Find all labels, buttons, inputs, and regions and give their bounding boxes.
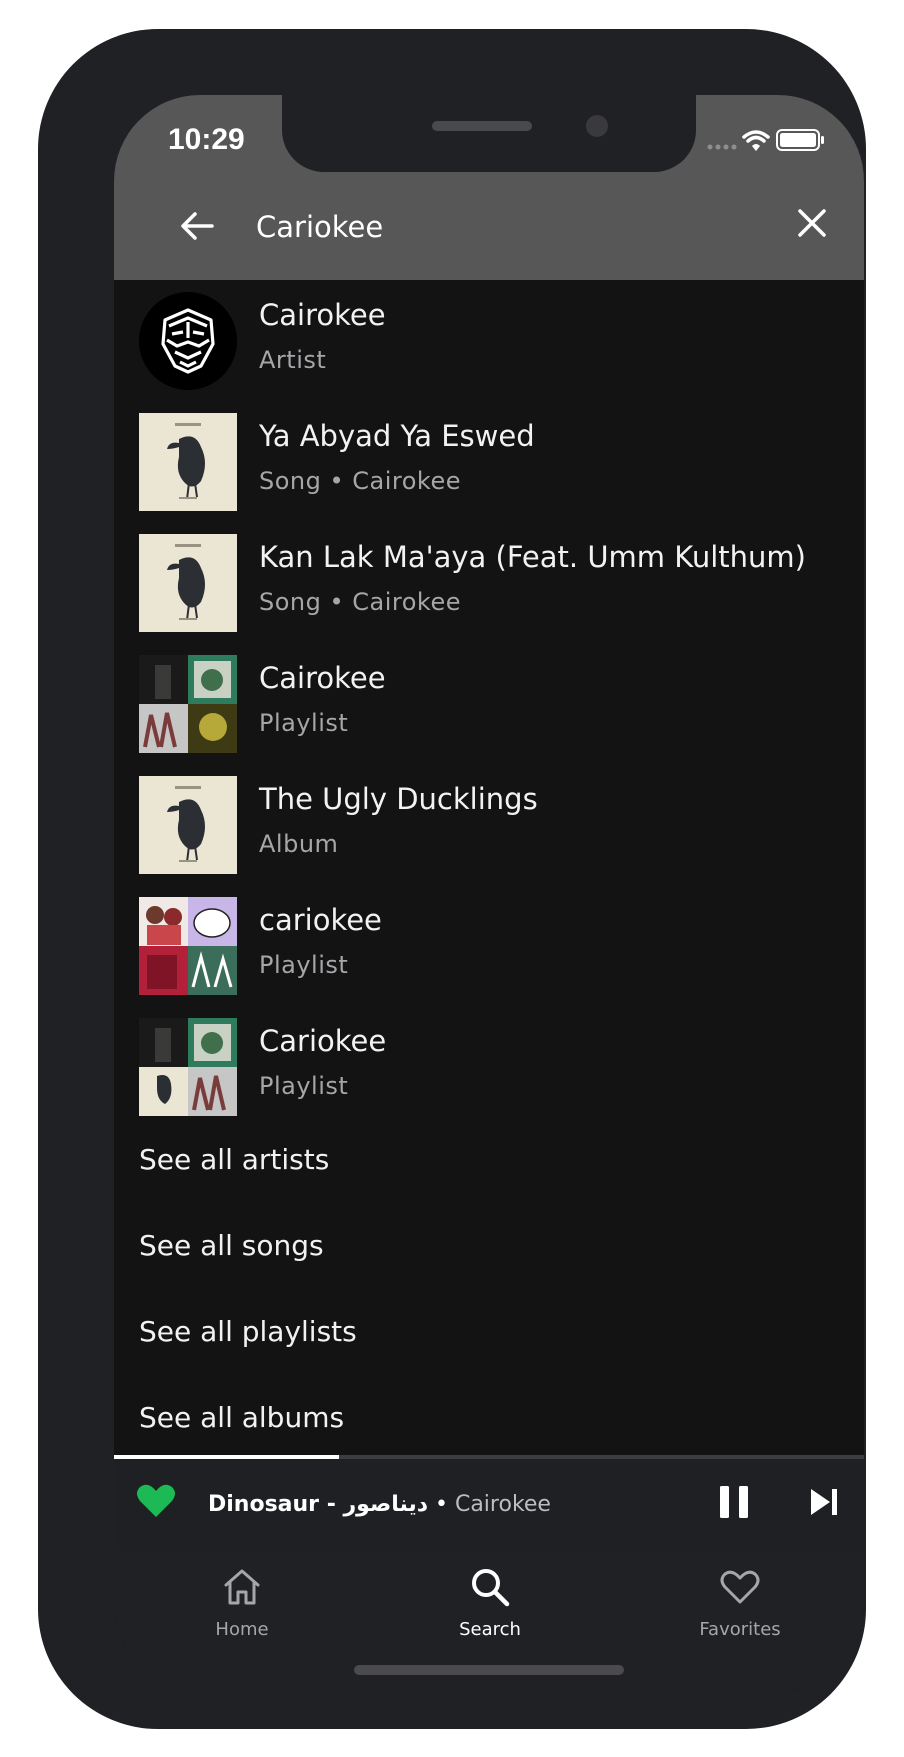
status-time: 10:29 (168, 123, 245, 156)
speaker-grille (432, 121, 532, 131)
skip-next-icon[interactable] (808, 1485, 840, 1519)
result-row-playlist[interactable]: Cairokee Playlist (114, 643, 864, 764)
playlist-cover-image (139, 655, 237, 753)
result-title: The Ugly Ducklings (259, 782, 538, 816)
result-row-song[interactable]: Ya Abyad Ya Eswed Song • Cairokee (114, 401, 864, 522)
see-all-songs-link[interactable]: See all songs (139, 1229, 324, 1262)
now-playing-separator: • (428, 1492, 455, 1517)
result-title: Cairokee (259, 661, 386, 695)
status-icons (704, 125, 834, 155)
result-subtitle: Playlist (259, 951, 349, 979)
result-row-artist[interactable]: Cairokee Artist (114, 280, 864, 401)
lion-logo-icon (139, 292, 237, 390)
app-screen: 10:29 Cariokee Cairokee Artist Ya Abyad … (114, 95, 864, 1691)
result-title: Cairokee (259, 298, 386, 332)
battery-icon (776, 129, 824, 151)
playlist-cover-image (139, 897, 237, 995)
result-subtitle: Album (259, 830, 339, 858)
device-frame: 10:29 Cariokee Cairokee Artist Ya Abyad … (38, 29, 866, 1729)
result-row-playlist[interactable]: cariokee Playlist (114, 885, 864, 1006)
favorite-heart-icon[interactable] (136, 1483, 176, 1519)
home-icon (224, 1569, 260, 1605)
album-cover-image (139, 413, 237, 511)
result-subtitle: Song • Cairokee (259, 588, 462, 616)
result-title: Kan Lak Ma'aya (Feat. Umm Kulthum) (259, 540, 806, 574)
playlist-mosaic (139, 655, 237, 753)
album-art (139, 776, 237, 874)
result-title: Ya Abyad Ya Eswed (259, 419, 535, 453)
clear-icon[interactable] (790, 201, 834, 245)
signal-icon (707, 129, 824, 151)
album-cover-image (139, 534, 237, 632)
artist-avatar (139, 292, 237, 390)
result-row-song[interactable]: Kan Lak Ma'aya (Feat. Umm Kulthum) Song … (114, 522, 864, 643)
result-row-album[interactable]: The Ugly Ducklings Album (114, 764, 864, 885)
result-title: Cariokee (259, 1024, 387, 1058)
tab-home[interactable]: Home (162, 1565, 322, 1655)
search-input[interactable] (256, 203, 676, 251)
tab-favorites[interactable]: Favorites (660, 1565, 820, 1655)
result-subtitle: Artist (259, 346, 327, 374)
tab-search-label: Search (459, 1619, 521, 1640)
result-title: cariokee (259, 903, 382, 937)
playlist-mosaic (139, 897, 237, 995)
device-notch (282, 95, 696, 172)
see-all-playlists-link[interactable]: See all playlists (139, 1315, 357, 1348)
mini-player[interactable]: Dinosaur - ديناصور • Cairokee (114, 1459, 864, 1551)
see-all-artists-link[interactable]: See all artists (139, 1143, 329, 1176)
result-subtitle: Playlist (259, 1072, 349, 1100)
result-row-playlist[interactable]: Cariokee Playlist (114, 1006, 864, 1127)
app-header: 10:29 (114, 95, 864, 280)
home-indicator (354, 1665, 624, 1675)
back-arrow-icon[interactable] (174, 203, 220, 249)
album-cover-image (139, 776, 237, 874)
bottom-tab-bar: Home Search Favorites (114, 1551, 864, 1691)
playlist-cover-image (139, 1018, 237, 1116)
now-playing-artist: Cairokee (454, 1492, 551, 1517)
search-icon (472, 1569, 510, 1607)
tab-home-label: Home (215, 1619, 269, 1640)
album-art (139, 413, 237, 511)
result-subtitle: Song • Cairokee (259, 467, 462, 495)
wifi-icon (742, 130, 770, 151)
playlist-mosaic (139, 1018, 237, 1116)
see-all-albums-link[interactable]: See all albums (139, 1401, 344, 1434)
front-camera (586, 115, 608, 137)
result-subtitle: Playlist (259, 709, 349, 737)
tab-search[interactable]: Search (410, 1565, 570, 1655)
pause-icon[interactable] (717, 1483, 751, 1521)
heart-icon (720, 1570, 760, 1604)
album-art (139, 534, 237, 632)
now-playing-title: Dinosaur - ديناصور (208, 1492, 428, 1517)
tab-favorites-label: Favorites (699, 1619, 781, 1640)
search-bar (114, 185, 864, 280)
now-playing-info: Dinosaur - ديناصور • Cairokee (208, 1492, 551, 1517)
